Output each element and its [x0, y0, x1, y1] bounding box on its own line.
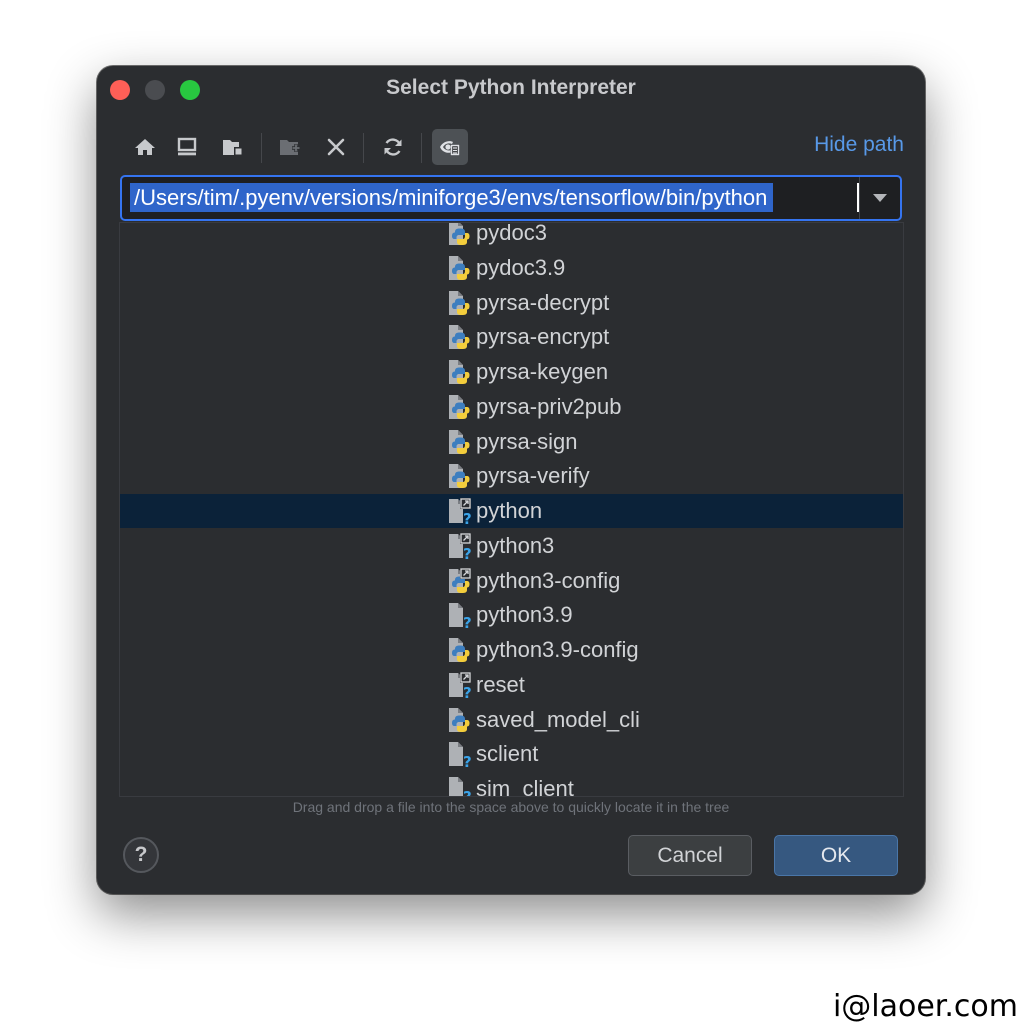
- unknown-link-file-icon: ?: [449, 498, 472, 525]
- path-input[interactable]: /Users/tim/.pyenv/versions/miniforge3/en…: [120, 175, 902, 221]
- tree-item-label: python3: [476, 532, 555, 558]
- path-history-dropdown[interactable]: [859, 177, 900, 219]
- python-link-file-icon: [449, 567, 471, 593]
- tree-item-label: reset: [476, 671, 525, 697]
- tree-item[interactable]: pydoc3: [120, 222, 903, 250]
- unknown-file-icon: ?: [449, 777, 472, 797]
- file-tree[interactable]: pydoc3 pydoc3.9 pyrsa-decrypt pyrsa-encrypt…: [119, 222, 904, 797]
- svg-text:?: ?: [463, 614, 472, 629]
- tree-item-label: pyrsa-encrypt: [476, 324, 610, 350]
- help-button[interactable]: ?: [123, 837, 159, 873]
- python-file-icon: [449, 223, 470, 245]
- refresh-icon: [384, 138, 402, 156]
- show-hidden-files-icon: [440, 141, 460, 156]
- dialog-title: Select Python Interpreter: [386, 76, 636, 99]
- tree-item[interactable]: ? sclient: [120, 737, 903, 771]
- project-folder-button[interactable]: [215, 129, 251, 165]
- tree-item[interactable]: pyrsa-priv2pub: [120, 390, 903, 424]
- svg-text:?: ?: [463, 684, 472, 699]
- tree-item[interactable]: pyrsa-decrypt: [120, 286, 903, 320]
- drag-drop-hint: Drag and drop a file into the space abov…: [292, 799, 730, 815]
- tree-item[interactable]: pydoc3.9: [120, 251, 903, 285]
- unknown-file-icon: ?: [449, 603, 472, 629]
- python-file-icon: [449, 638, 470, 662]
- tree-item[interactable]: python3.9-config: [120, 633, 903, 667]
- python-file-icon: [449, 707, 470, 732]
- tree-item[interactable]: saved_model_cli: [120, 703, 903, 737]
- select-interpreter-dialog: Select Python Interpreter Hide path /Use…: [97, 66, 925, 894]
- refresh-button[interactable]: [375, 129, 411, 165]
- tree-item-label: python3.9-config: [476, 637, 639, 662]
- tree-item[interactable]: pyrsa-keygen: [120, 355, 903, 389]
- python-file-icon: [449, 360, 470, 384]
- tree-item-label: python3-config: [476, 567, 621, 593]
- unknown-link-file-icon: ?: [449, 671, 472, 699]
- tree-item[interactable]: ? python3: [120, 529, 903, 563]
- tree-item-label: saved_model_cli: [476, 706, 640, 732]
- tree-item-label: sclient: [476, 741, 539, 767]
- delete-button[interactable]: [318, 129, 354, 165]
- tree-item[interactable]: ? sim_client: [120, 772, 903, 797]
- python-file-icon: [449, 429, 470, 454]
- unknown-link-file-icon: ?: [449, 532, 472, 560]
- tree-item-label: python3.9: [476, 602, 573, 628]
- svg-text:?: ?: [463, 753, 472, 768]
- tree-item-label: pyrsa-verify: [476, 463, 590, 489]
- ok-button[interactable]: OK: [774, 835, 898, 876]
- tree-item[interactable]: pyrsa-verify: [120, 459, 903, 493]
- python-file-icon: [449, 464, 470, 489]
- python-file-icon: [449, 394, 470, 419]
- python-file-icon: [449, 325, 470, 350]
- cancel-button[interactable]: Cancel: [628, 835, 752, 876]
- python-file-icon: [449, 255, 470, 280]
- svg-text:?: ?: [463, 510, 472, 525]
- tree-item-label: pyrsa-sign: [476, 428, 578, 454]
- delete-icon: [327, 138, 345, 156]
- hide-path-link[interactable]: Hide path: [814, 133, 904, 157]
- unknown-file-icon: ?: [449, 742, 472, 768]
- show-hidden-files-toggle[interactable]: [432, 129, 468, 165]
- tree-item[interactable]: ? python3.9: [120, 598, 903, 632]
- tree-item-label: pyrsa-keygen: [476, 359, 609, 384]
- tree-item[interactable]: python3-config: [120, 564, 903, 598]
- home-icon: [135, 139, 155, 155]
- desktop-icon: [177, 137, 197, 156]
- new-folder-icon: [280, 140, 300, 155]
- new-folder-button[interactable]: [272, 129, 308, 165]
- svg-text:?: ?: [463, 788, 472, 797]
- python-file-icon: [449, 290, 470, 315]
- watermark-text: i@laoer.com: [832, 989, 1018, 1024]
- tree-item[interactable]: ? python: [120, 494, 903, 528]
- tree-item-label: pydoc3: [476, 222, 547, 245]
- tree-item-label: python: [476, 498, 543, 523]
- tree-item-label: sim_client: [476, 776, 574, 797]
- chevron-down-icon: [873, 194, 887, 202]
- tree-item-label: pydoc3.9: [476, 254, 566, 280]
- tree-item[interactable]: pyrsa-encrypt: [120, 320, 903, 354]
- desktop-button[interactable]: [169, 129, 205, 165]
- path-input-value: /Users/tim/.pyenv/versions/miniforge3/en…: [130, 183, 774, 212]
- tree-item-label: pyrsa-priv2pub: [476, 393, 622, 419]
- tree-item[interactable]: pyrsa-sign: [120, 425, 903, 459]
- project-folder-icon: [223, 140, 243, 156]
- home-button[interactable]: [127, 129, 163, 165]
- svg-text:?: ?: [463, 545, 472, 560]
- tree-item[interactable]: ? reset: [120, 668, 903, 702]
- tree-item-label: pyrsa-decrypt: [476, 289, 610, 315]
